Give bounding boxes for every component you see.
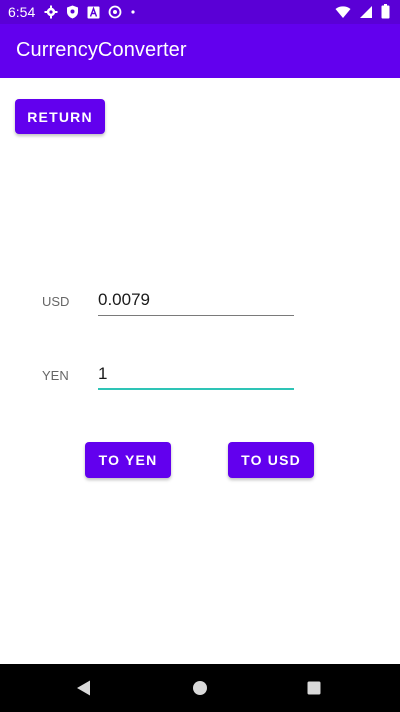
nav-home-button[interactable] xyxy=(190,678,210,698)
status-notification-icons xyxy=(44,5,136,19)
yen-label: YEN xyxy=(42,368,69,383)
recents-icon xyxy=(307,681,321,695)
status-time: 6:54 xyxy=(8,4,36,20)
usd-label: USD xyxy=(42,294,70,309)
yen-input-underline xyxy=(98,388,294,390)
wifi-icon xyxy=(335,5,351,18)
battery-icon xyxy=(381,4,390,19)
usd-field-wrapper xyxy=(98,290,294,316)
dot-icon xyxy=(131,10,135,14)
at-icon xyxy=(108,5,122,19)
return-button[interactable]: RETURN xyxy=(15,99,105,134)
navigation-bar xyxy=(0,664,400,712)
back-icon xyxy=(77,680,90,696)
usd-input[interactable] xyxy=(98,290,294,310)
yen-field-wrapper xyxy=(98,364,294,390)
gear-icon xyxy=(44,5,58,19)
home-icon xyxy=(193,681,207,695)
app-title: CurrencyConverter xyxy=(16,39,187,61)
to-usd-button[interactable]: TO USD xyxy=(228,442,314,478)
status-system-icons xyxy=(335,4,390,19)
shield-icon xyxy=(67,5,78,19)
text-a-icon xyxy=(87,6,100,18)
signal-icon xyxy=(360,5,372,18)
usd-input-underline xyxy=(98,315,294,316)
app-bar: CurrencyConverter xyxy=(0,24,400,78)
nav-recents-button[interactable] xyxy=(304,678,324,698)
screen: 6:54 CurrencyConverter RETURN USD 0.0079… xyxy=(0,0,400,712)
yen-input[interactable] xyxy=(98,364,294,384)
status-bar: 6:54 xyxy=(0,0,400,24)
to-yen-button[interactable]: TO YEN xyxy=(85,442,171,478)
nav-back-button[interactable] xyxy=(74,678,94,698)
